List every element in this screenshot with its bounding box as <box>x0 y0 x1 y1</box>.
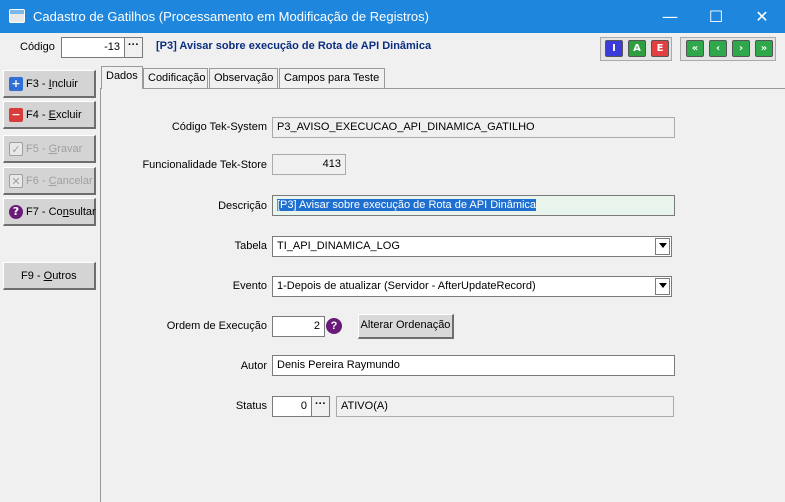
chevron-down-icon <box>658 283 667 289</box>
tabela-select[interactable]: TI_API_DINAMICA_LOG <box>272 236 672 257</box>
close-button[interactable]: ✕ <box>739 0 785 33</box>
status-input[interactable]: 0 <box>272 396 312 417</box>
insert-mode-button[interactable]: I <box>605 40 623 57</box>
evento-label: Evento <box>232 280 267 292</box>
minimize-button[interactable]: — <box>647 0 693 33</box>
action-sidebar: + F3 - Incluir − F4 - Excluir ✓ F5 - Gra… <box>0 63 100 502</box>
prev-record-icon[interactable]: ‹ <box>709 40 727 57</box>
help-question-icon[interactable]: ? <box>326 318 342 334</box>
evento-select[interactable]: 1-Depois de atualizar (Servidor - AfterU… <box>272 276 672 297</box>
codigo-tek-field: P3_AVISO_EXECUCAO_API_DINAMICA_GATILHO <box>272 117 675 138</box>
tab-codificacao[interactable]: Codificação <box>143 68 208 88</box>
window-title: Cadastro de Gatilhos (Processamento em M… <box>33 9 429 24</box>
descricao-input[interactable]: [P3] Avisar sobre execução de Rota de AP… <box>272 195 675 216</box>
tabela-label: Tabela <box>234 240 267 252</box>
status-label: Status <box>235 400 267 412</box>
window-titlebar: Cadastro de Gatilhos (Processamento em M… <box>0 0 785 33</box>
evento-dropdown-arrow[interactable] <box>655 278 670 295</box>
tab-observacao[interactable]: Observação <box>209 68 278 88</box>
status-lookup-button[interactable]: ··· <box>311 396 330 417</box>
outros-button[interactable]: F9 - Outros <box>3 262 96 290</box>
delete-mode-button[interactable]: E <box>651 40 669 57</box>
funcionalidade-field: 413 <box>272 154 346 175</box>
status-description-field: ATIVO(A) <box>336 396 674 417</box>
edit-mode-button[interactable]: A <box>628 40 646 57</box>
help-question-icon: ? <box>9 205 23 219</box>
codigo-tek-label: Código Tek-System <box>171 121 267 133</box>
gravar-button[interactable]: ✓ F5 - Gravar <box>3 135 96 163</box>
plus-icon: + <box>9 77 23 91</box>
tabela-dropdown-arrow[interactable] <box>655 238 670 255</box>
consultar-button[interactable]: ? F7 - Consultar <box>3 198 96 226</box>
ordem-label: Ordem de Execução <box>166 320 267 332</box>
cancelar-button[interactable]: ✕ F6 - Cancelar <box>3 167 96 195</box>
tab-campos-teste[interactable]: Campos para Teste <box>279 68 385 88</box>
tab-dados[interactable]: Dados <box>101 66 143 89</box>
incluir-button[interactable]: + F3 - Incluir <box>3 70 96 98</box>
excluir-button[interactable]: − F4 - Excluir <box>3 101 96 129</box>
descricao-label: Descrição <box>218 200 267 212</box>
autor-label: Autor <box>240 360 267 372</box>
next-record-icon[interactable]: › <box>732 40 750 57</box>
record-title: [P3] Avisar sobre execução de Rota de AP… <box>156 40 432 52</box>
chevron-down-icon <box>658 243 667 249</box>
codigo-input[interactable]: -13 <box>61 37 125 58</box>
codigo-lookup-button[interactable]: ··· <box>124 37 143 58</box>
first-record-icon[interactable]: « <box>686 40 704 57</box>
descricao-selected-text: [P3] Avisar sobre execução de Rota de AP… <box>277 199 537 211</box>
alterar-ordenacao-button[interactable]: Alterar Ordenação <box>358 314 454 339</box>
autor-input[interactable]: Denis Pereira Raymundo <box>272 355 675 376</box>
last-record-icon[interactable]: » <box>755 40 773 57</box>
maximize-button[interactable]: ☐ <box>693 0 739 33</box>
codigo-label: Código <box>20 41 55 53</box>
cancel-x-icon: ✕ <box>9 174 23 188</box>
ordem-input[interactable]: 2 <box>272 316 325 337</box>
check-icon: ✓ <box>9 142 23 156</box>
minus-icon: − <box>9 108 23 122</box>
app-window-icon <box>9 9 25 23</box>
funcionalidade-label: Funcionalidade Tek-Store <box>142 159 267 171</box>
